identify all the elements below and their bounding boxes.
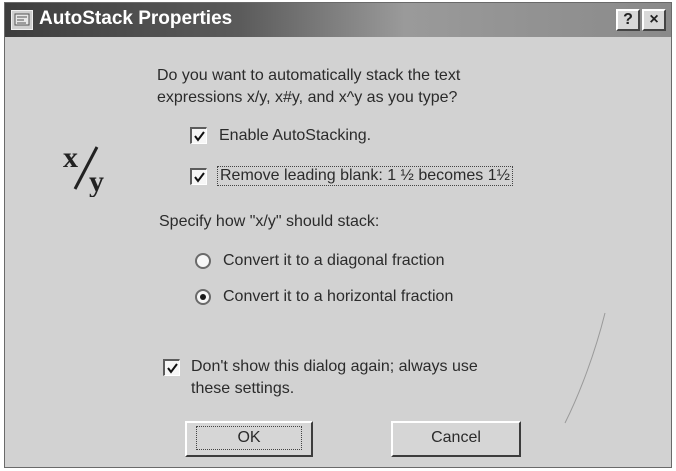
autostack-dialog: AutoStack Properties ? × Do you want to … [4, 2, 672, 468]
scan-artifact-line [564, 312, 606, 424]
